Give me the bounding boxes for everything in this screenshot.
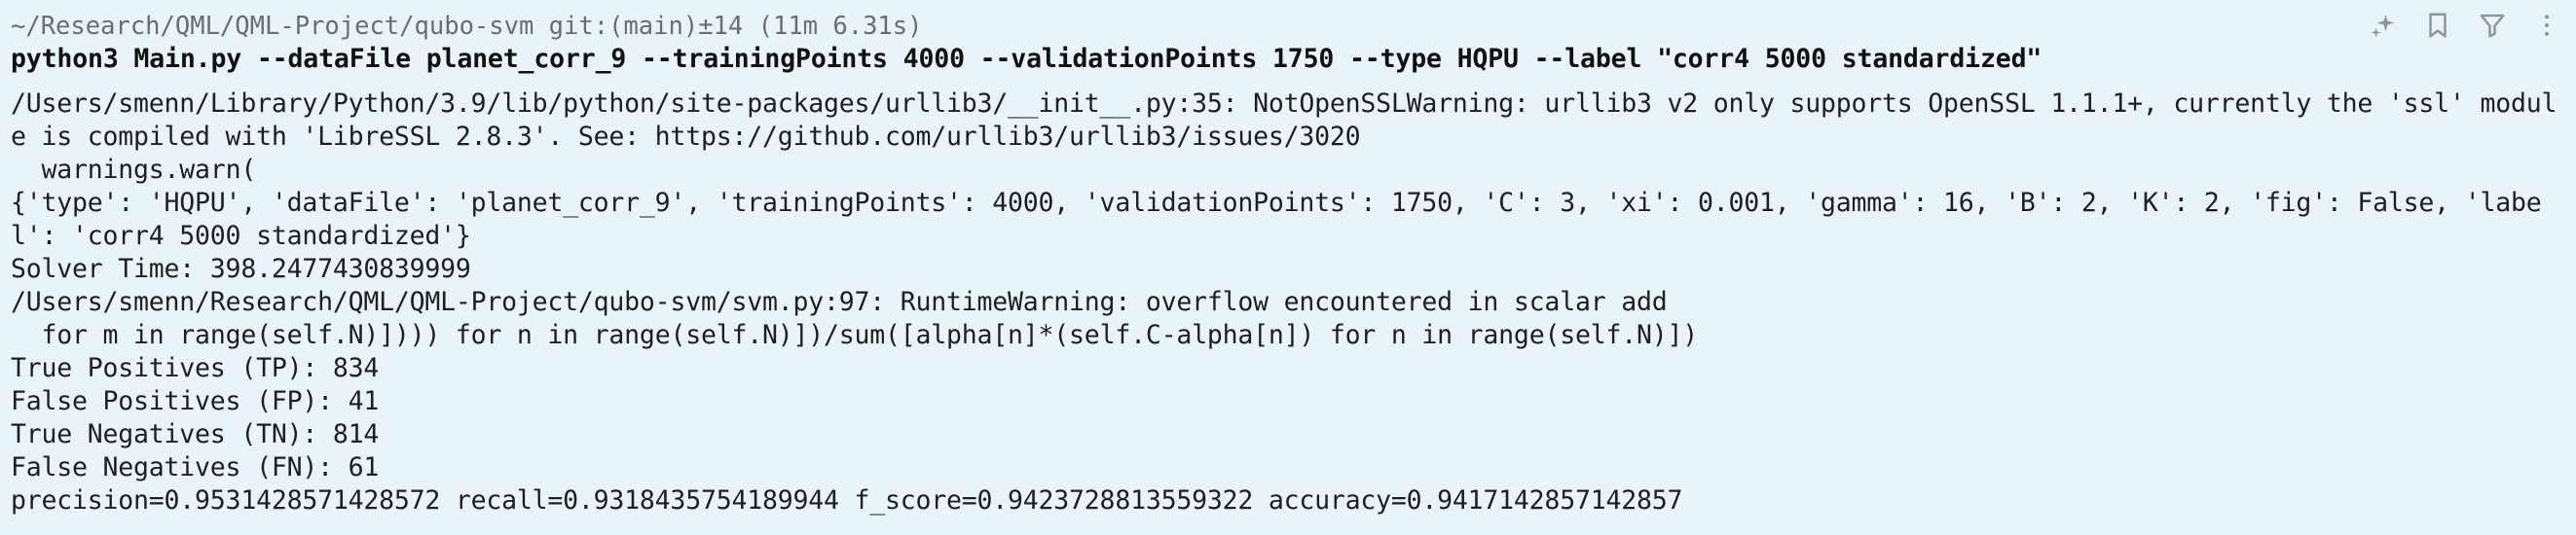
- output-line: False Negatives (FN): 61: [11, 452, 380, 482]
- output-line: /Users/smenn/Library/Python/3.9/lib/pyth…: [11, 89, 2558, 152]
- prompt-line: ~/Research/QML/QML-Project/qubo-svm git:…: [11, 12, 923, 41]
- terminal-command-block[interactable]: ~/Research/QML/QML-Project/qubo-svm git:…: [0, 0, 2576, 535]
- filter-icon: [2480, 14, 2505, 38]
- command-output[interactable]: /Users/smenn/Library/Python/3.9/lib/pyth…: [11, 88, 2563, 517]
- output-line: Solver Time: 398.2477430839999: [11, 254, 471, 284]
- bookmark-icon: [2429, 13, 2447, 38]
- output-line: True Positives (TP): 834: [11, 353, 380, 383]
- output-line: /Users/smenn/Research/QML/QML-Project/qu…: [11, 287, 1668, 317]
- filter-button[interactable]: [2475, 8, 2510, 43]
- output-line: precision=0.9531428571428572 recall=0.93…: [11, 485, 1683, 516]
- output-line: {'type': 'HQPU', 'dataFile': 'planet_cor…: [11, 188, 2542, 251]
- command-line[interactable]: python3 Main.py --dataFile planet_corr_9…: [11, 43, 2564, 76]
- block-toolbar: [2366, 6, 2564, 45]
- output-line: False Positives (FP): 41: [11, 386, 380, 416]
- output-line: for m in range(self.N)]))) for n in rang…: [11, 320, 1699, 350]
- more-options-button[interactable]: [2529, 8, 2564, 43]
- ai-sparkle-icon: [2371, 14, 2395, 38]
- ai-sparkle-button[interactable]: [2366, 8, 2401, 43]
- bookmark-button[interactable]: [2420, 8, 2455, 43]
- more-vertical-icon: [2545, 15, 2549, 36]
- output-line: warnings.warn(: [11, 155, 257, 185]
- output-line: True Negatives (TN): 814: [11, 419, 380, 449]
